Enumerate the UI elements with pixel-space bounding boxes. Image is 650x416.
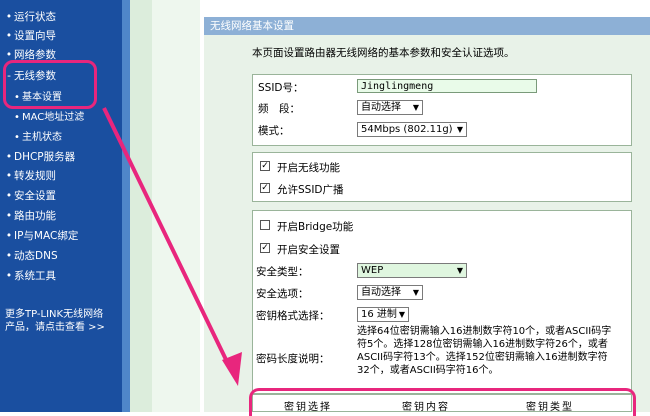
mode-select[interactable]: 54Mbps (802.11g) ▼ (357, 122, 467, 137)
bullet-icon: • (5, 30, 13, 42)
channel-select[interactable]: 自动选择 ▼ (357, 100, 423, 115)
sidebar-item-label: DHCP服务器 (14, 151, 76, 163)
ssid-input[interactable]: Jinglingmeng (357, 79, 537, 93)
sidebar-item-label: 运行状态 (14, 11, 56, 23)
sidebar-item-forwarding[interactable]: • 转发规则 (4, 168, 126, 183)
bullet-icon: • (5, 170, 13, 182)
ssid-broadcast-label: 允许SSID广播 (277, 184, 344, 196)
sidebar-item-system-tools[interactable]: • 系统工具 (4, 268, 126, 283)
sidebar-item-mac-filter[interactable]: • MAC地址过滤 (12, 108, 134, 123)
key-length-label: 密码长度说明： (256, 353, 330, 365)
panel-title: 无线网络基本设置 (204, 17, 650, 35)
bullet-icon: • (14, 112, 20, 123)
sidebar-item-label: MAC地址过滤 (22, 112, 85, 123)
footer-line: 产品，请点击查看 >> (5, 322, 105, 333)
chevron-down-icon: ▼ (398, 310, 405, 319)
bullet-icon: • (5, 190, 13, 202)
chevron-down-icon: ▼ (456, 266, 463, 275)
bullet-icon: • (5, 230, 13, 242)
ssid-label: SSID号： (258, 82, 304, 94)
bullet-icon: • (5, 151, 13, 163)
channel-label: 频 段： (258, 103, 300, 115)
security-option-label: 安全选项： (256, 288, 309, 300)
sidebar-item-label: 设置向导 (14, 30, 56, 42)
security-type-label: 安全类型： (256, 266, 309, 278)
security-type-select[interactable]: WEP ▼ (357, 263, 467, 278)
sidebar-more-products-link[interactable]: 更多TP-LINK无线网络 产品，请点击查看 >> (5, 308, 120, 334)
chevron-down-icon: ▼ (456, 125, 463, 134)
sidebar-item-label: IP与MAC绑定 (14, 230, 79, 242)
chevron-down-icon: ▼ (412, 103, 419, 112)
footer-line: 更多TP-LINK无线网络 (5, 309, 104, 320)
security-option-value: 自动选择 (361, 287, 401, 298)
wireless-enable-label: 开启无线功能 (277, 162, 340, 174)
sidebar-item-label: 主机状态 (22, 132, 62, 143)
sidebar-item-label: 系统工具 (14, 270, 56, 282)
content-background-light (152, 0, 200, 412)
bullet-icon: • (14, 132, 20, 143)
ssid-broadcast-checkbox[interactable]: ✓ (260, 183, 270, 193)
sidebar-item-dhcp[interactable]: • DHCP服务器 (4, 149, 126, 164)
sidebar-item-label: 转发规则 (14, 170, 56, 182)
sidebar-item-routing[interactable]: • 路由功能 (4, 208, 126, 223)
mode-select-value: 54Mbps (802.11g) (361, 124, 453, 135)
security-type-value: WEP (361, 265, 384, 276)
key-length-description: 选择64位密钥需输入16进制数字符10个，或者ASCII码字符5个。选择128位… (357, 326, 612, 376)
sidebar-item-ddns[interactable]: • 动态DNS (4, 248, 126, 263)
highlight-wireless-basic (3, 60, 97, 109)
sidebar-item-label: 路由功能 (14, 210, 56, 222)
sidebar-item-host-status[interactable]: • 主机状态 (12, 128, 134, 143)
sidebar-item-label: 安全设置 (14, 190, 56, 202)
sidebar-item-label: 动态DNS (14, 250, 58, 262)
sidebar-item-status[interactable]: • 运行状态 (4, 9, 126, 24)
mode-label: 模式： (258, 125, 290, 137)
key-format-label: 密钥格式选择： (256, 310, 330, 322)
security-enable-checkbox[interactable]: ✓ (260, 243, 270, 253)
bullet-icon: • (5, 250, 13, 262)
sidebar-item-ip-mac-binding[interactable]: • IP与MAC绑定 (4, 228, 126, 243)
channel-select-value: 自动选择 (361, 102, 401, 113)
bridge-enable-checkbox[interactable] (260, 220, 270, 230)
wireless-enable-checkbox[interactable]: ✓ (260, 161, 270, 171)
bullet-icon: • (5, 11, 13, 23)
bridge-enable-label: 开启Bridge功能 (277, 221, 354, 233)
chevron-down-icon: ▼ (412, 288, 419, 297)
security-enable-label: 开启安全设置 (277, 244, 340, 256)
page-description: 本页面设置路由器无线网络的基本参数和安全认证选项。 (252, 47, 515, 59)
bullet-icon: • (5, 210, 13, 222)
key-format-value: 16 进制 (361, 309, 397, 320)
sidebar-item-security[interactable]: • 安全设置 (4, 188, 126, 203)
security-option-select[interactable]: 自动选择 ▼ (357, 285, 423, 300)
sidebar-item-wizard[interactable]: • 设置向导 (4, 28, 126, 43)
key-format-select[interactable]: 16 进制 ▼ (357, 307, 409, 322)
bullet-icon: • (5, 270, 13, 282)
